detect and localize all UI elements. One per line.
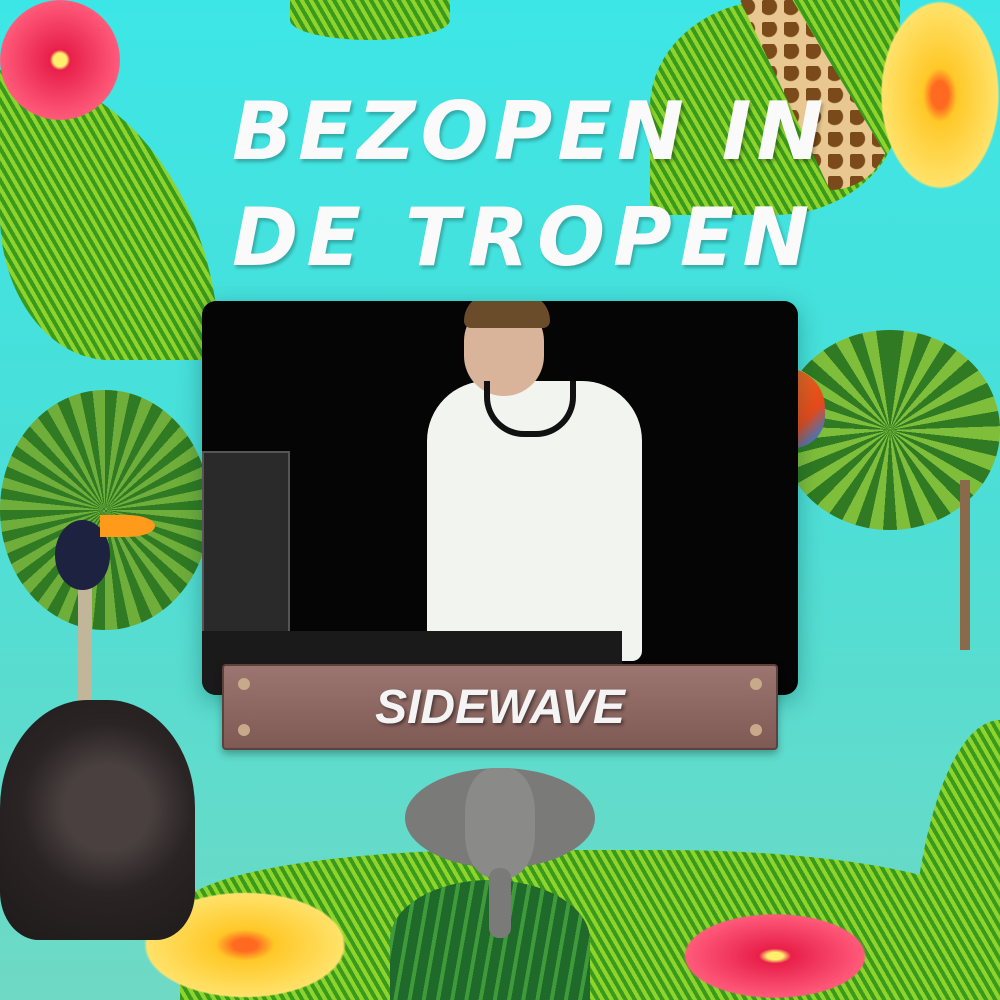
- artist-name: SIDEWAVE: [375, 680, 625, 734]
- red-hibiscus-top-left: [0, 0, 120, 120]
- elephant-head: [465, 768, 535, 878]
- gorilla-illustration: [0, 700, 195, 940]
- elephant-illustration: [405, 768, 595, 938]
- artist-photo: [202, 301, 798, 695]
- poster-title-line-1: BEZOPEN IN: [232, 85, 829, 178]
- red-hibiscus-bottom-right: [680, 912, 870, 1000]
- artist-name-sign: SIDEWAVE: [222, 664, 778, 750]
- poster-title-line-2: DE TROPEN: [232, 191, 818, 284]
- toucan-beak: [100, 515, 155, 537]
- dj-hair: [464, 301, 550, 328]
- nail-icon: [238, 678, 250, 690]
- palm-leaf-top-center: [290, 0, 450, 40]
- yellow-hibiscus-top-right: [880, 0, 1000, 190]
- palm-trunk-left: [78, 580, 92, 720]
- palm-trunk-right: [960, 480, 970, 650]
- nail-icon: [750, 724, 762, 736]
- elephant-trunk: [489, 868, 511, 938]
- nail-icon: [750, 678, 762, 690]
- nail-icon: [238, 724, 250, 736]
- toucan-illustration: [55, 510, 155, 590]
- speaker: [202, 451, 290, 645]
